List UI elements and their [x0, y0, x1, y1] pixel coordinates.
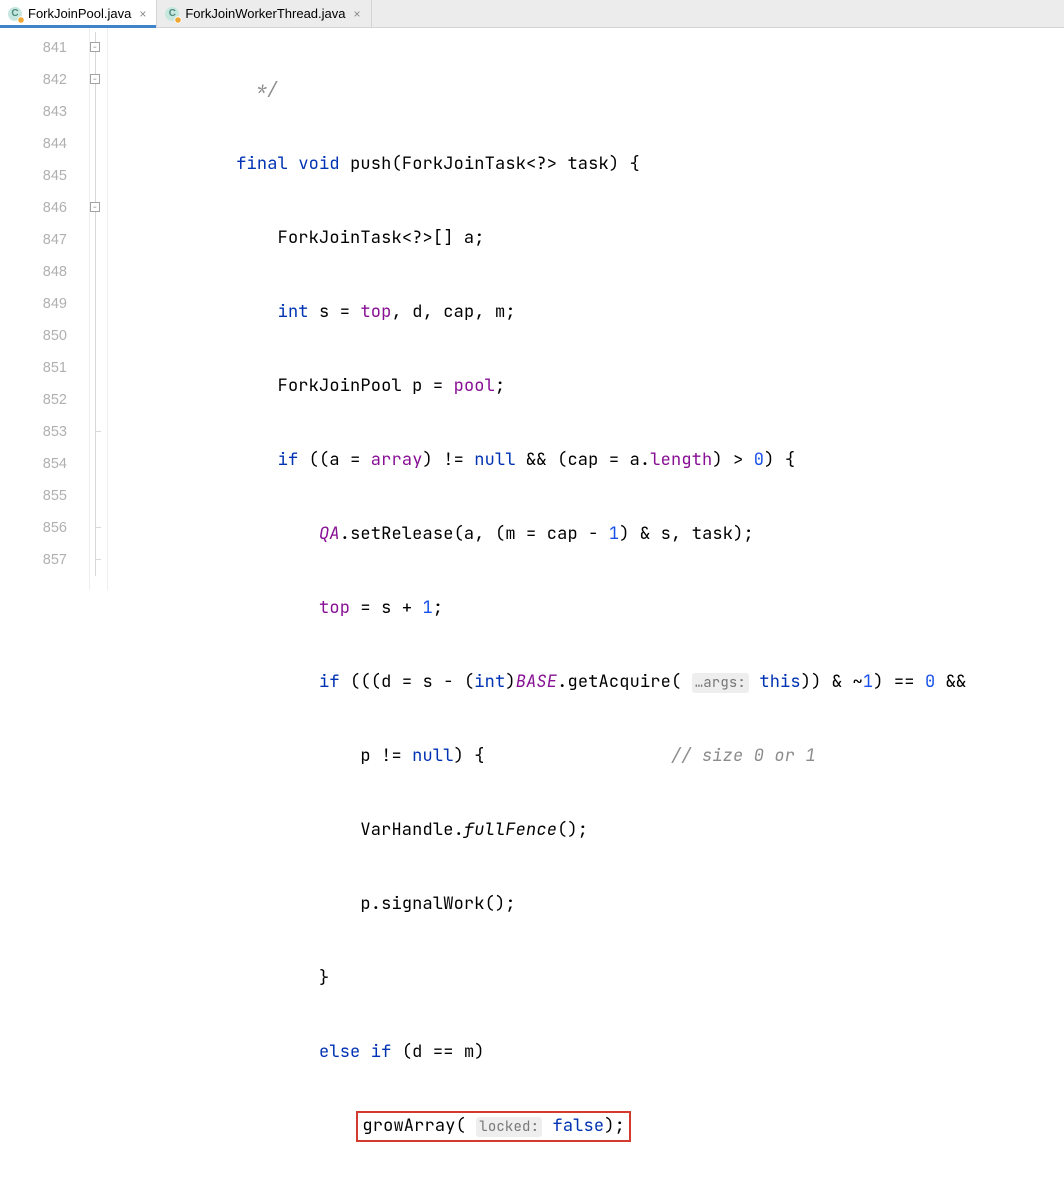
line-number: 852: [0, 384, 89, 416]
line-number: 844: [0, 128, 89, 160]
line-number: 853: [0, 416, 89, 448]
tab-forkjoinworkerthread[interactable]: C ForkJoinWorkerThread.java ×: [157, 0, 371, 27]
code-line[interactable]: int s = top, d, cap, m;: [108, 296, 1064, 328]
line-number: 841: [0, 32, 89, 64]
java-class-icon: C: [165, 7, 179, 21]
fold-end-icon: [95, 512, 101, 528]
code-area[interactable]: */ final void push(ForkJoinTask<?> task)…: [108, 28, 1064, 590]
line-number: 845: [0, 160, 89, 192]
code-editor[interactable]: 841 842 843 844 845 846 847 848 849 850 …: [0, 28, 1064, 590]
fold-marker-icon[interactable]: −: [90, 42, 100, 52]
code-line[interactable]: final void push(ForkJoinTask<?> task) {: [108, 148, 1064, 180]
line-number: 847: [0, 224, 89, 256]
close-icon[interactable]: ×: [139, 7, 146, 21]
java-class-icon: C: [8, 7, 22, 21]
line-number: 848: [0, 256, 89, 288]
line-number: 851: [0, 352, 89, 384]
parameter-hint: locked:: [476, 1117, 542, 1137]
code-line[interactable]: if ((a = array) != null && (cap = a.leng…: [108, 444, 1064, 476]
line-number: 856: [0, 512, 89, 544]
line-number: 854: [0, 448, 89, 480]
close-icon[interactable]: ×: [354, 7, 361, 21]
fold-gutter: − − −: [90, 28, 108, 590]
highlighted-code: growArray( locked: false);: [356, 1111, 631, 1142]
code-line[interactable]: VarHandle.fullFence();: [108, 814, 1064, 846]
line-number: 842: [0, 64, 89, 96]
code-line[interactable]: top = s + 1;: [108, 592, 1064, 624]
code-line[interactable]: }: [108, 962, 1064, 994]
tab-label: ForkJoinPool.java: [28, 6, 131, 21]
fold-marker-icon[interactable]: −: [90, 74, 100, 84]
code-line[interactable]: ForkJoinPool p = pool;: [108, 370, 1064, 402]
line-number: 850: [0, 320, 89, 352]
fold-end-icon: [95, 544, 101, 560]
tab-forkjoinpool[interactable]: C ForkJoinPool.java ×: [0, 0, 157, 27]
code-line[interactable]: QA.setRelease(a, (m = cap - 1) & s, task…: [108, 518, 1064, 550]
line-number-gutter: 841 842 843 844 845 846 847 848 849 850 …: [0, 28, 90, 590]
code-line[interactable]: growArray( locked: false);: [108, 1110, 1064, 1142]
code-line[interactable]: p != null) { // size 0 or 1: [108, 740, 1064, 772]
line-number: 855: [0, 480, 89, 512]
editor-tabs: C ForkJoinPool.java × C ForkJoinWorkerTh…: [0, 0, 1064, 28]
line-number: 846: [0, 192, 89, 224]
line-number: 849: [0, 288, 89, 320]
code-line[interactable]: p.signalWork();: [108, 888, 1064, 920]
code-line[interactable]: else if (d == m): [108, 1036, 1064, 1068]
fold-marker-icon[interactable]: −: [90, 202, 100, 212]
code-line[interactable]: ForkJoinTask<?>[] a;: [108, 222, 1064, 254]
parameter-hint: …args:: [692, 673, 749, 693]
tab-label: ForkJoinWorkerThread.java: [185, 6, 345, 21]
code-line[interactable]: */: [108, 74, 1064, 106]
fold-end-icon: [95, 416, 101, 432]
line-number: 857: [0, 544, 89, 576]
code-line[interactable]: if (((d = s - (int)BASE.getAcquire( …arg…: [108, 666, 1064, 698]
line-number: 843: [0, 96, 89, 128]
